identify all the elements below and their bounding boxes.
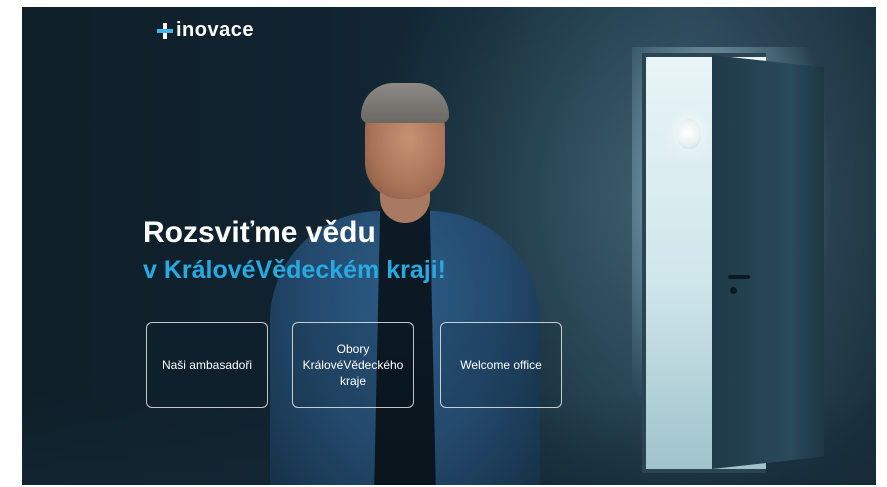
- tile-fields[interactable]: Obory KrálovéVědeckého kraje: [292, 322, 414, 408]
- hero-banner: inovace Rozsviťme vědu v KrálovéVědeckém…: [22, 7, 876, 485]
- tile-label-line: Obory: [336, 342, 370, 356]
- tile-label: Welcome office: [460, 358, 542, 372]
- tile-ambassadors[interactable]: Naši ambasadoři: [146, 322, 268, 408]
- tile-label-line: kraje: [339, 374, 366, 388]
- tile-welcome-office[interactable]: Welcome office: [440, 322, 562, 408]
- portrait-hair: [361, 83, 449, 123]
- tile-label: Naši ambasadoři: [161, 358, 253, 372]
- light-bulb-icon: [677, 119, 701, 149]
- door-lock: [730, 287, 737, 294]
- site-logo[interactable]: inovace: [157, 19, 254, 42]
- tile-label-line: KrálovéVědeckého: [302, 358, 404, 372]
- open-door: [712, 55, 824, 469]
- hero-headline: Rozsviťme vědu: [143, 216, 376, 249]
- hero-subline: v KrálovéVědeckém kraji!: [143, 256, 446, 284]
- plus-icon: [157, 22, 173, 39]
- door-handle: [728, 275, 750, 279]
- tile-label: Obory KrálovéVědeckého kraje: [303, 341, 404, 389]
- logo-text: inovace: [176, 19, 254, 41]
